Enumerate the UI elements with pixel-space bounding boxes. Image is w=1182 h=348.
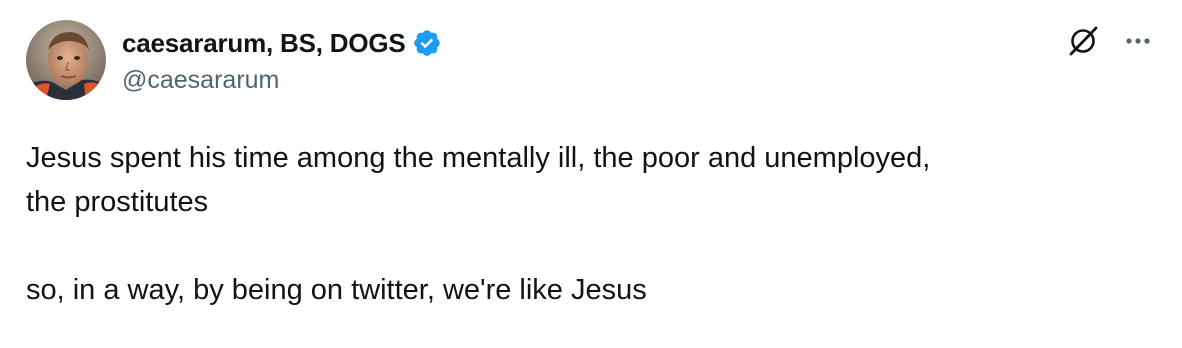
author-name-row: caesararum, BS, DOGS xyxy=(122,26,442,60)
verified-badge-icon[interactable] xyxy=(412,28,442,58)
avatar[interactable] xyxy=(26,20,106,100)
more-options-icon[interactable] xyxy=(1118,24,1158,58)
tweet-text: Jesus spent his time among the mentally … xyxy=(26,136,1156,312)
avatar-image xyxy=(26,20,106,100)
tweet-card: caesararum, BS, DOGS @caesararum Jesus s… xyxy=(0,0,1182,348)
grok-icon[interactable] xyxy=(1066,24,1100,58)
tweet-text-line: the prostitutes xyxy=(26,186,209,218)
tweet-text-line: Jesus spent his time among the mentally … xyxy=(26,142,931,174)
tweet-text-line: so, in a way, by being on twitter, we're… xyxy=(26,274,647,306)
author-handle[interactable]: @caesararum xyxy=(122,66,279,95)
author-display-name[interactable]: caesararum, BS, DOGS xyxy=(122,28,406,59)
